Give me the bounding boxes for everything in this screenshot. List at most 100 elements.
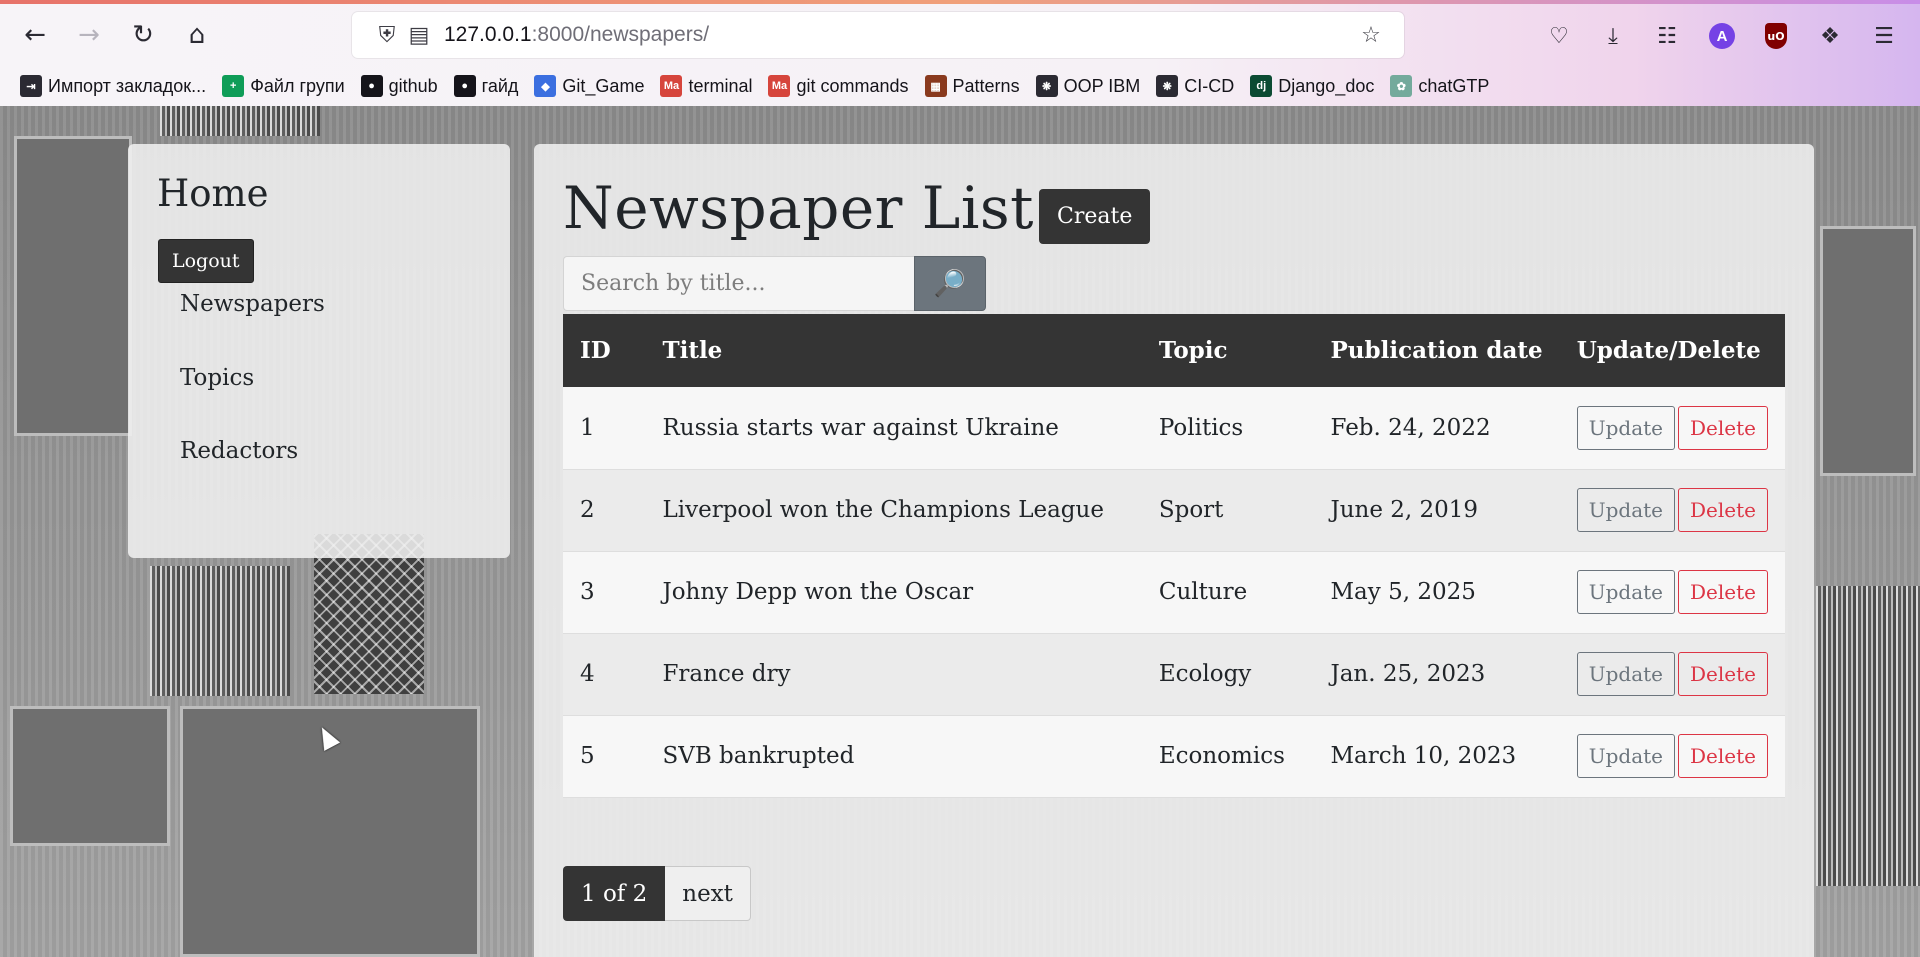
extensions-icon[interactable]: ❖ (1814, 20, 1846, 52)
bookmark-item[interactable]: + Файл групи (214, 70, 352, 102)
row-id: 4 (563, 633, 646, 716)
github-icon: ● (453, 75, 476, 97)
bookmark-star-icon[interactable]: ☆ (1356, 20, 1386, 50)
bookmark-label: CI-CD (1184, 75, 1235, 96)
bookmarks-bar: ⇥ Импорт закладок... + Файл групи ● github ● га… (12, 70, 1497, 102)
row-actions: Update Delete (1559, 715, 1785, 798)
url-host: 127.0.0.1 (444, 23, 532, 46)
search-button[interactable]: 🔎 (914, 256, 986, 311)
bookmark-label: гайд (481, 75, 519, 96)
bookmark-item[interactable]: ✿ chatGTP (1382, 70, 1497, 102)
bookmark-item[interactable]: dj Django_doc (1242, 70, 1382, 102)
home-link[interactable]: Home (157, 172, 269, 215)
bookmark-item[interactable]: ● гайд (446, 70, 527, 102)
table-row: 2 Liverpool won the Champions League Spo… (563, 469, 1785, 552)
home-icon[interactable]: ⌂ (174, 12, 220, 58)
web-page: Home Logout Newspapers Topics Redactors … (0, 106, 1920, 957)
reload-icon[interactable]: ↻ (120, 12, 166, 58)
forward-icon[interactable]: → (66, 12, 112, 58)
logout-button[interactable]: Logout (158, 239, 254, 283)
create-button[interactable]: Create (1039, 189, 1151, 244)
row-date: June 2, 2019 (1313, 469, 1560, 552)
row-topic: Economics (1141, 715, 1314, 798)
row-title: SVB bankrupted (645, 715, 1142, 798)
navigation-toolbar: ← → ↻ ⌂ ⛨ ▤ 127.0.0.1:8000/newspapers/ ☆… (0, 12, 1920, 58)
column-header-actions: Update/Delete (1559, 314, 1785, 387)
bookmark-item[interactable]: ◆ Git_Game (526, 70, 652, 102)
page-info-icon[interactable]: ▤ (404, 20, 434, 50)
account-avatar[interactable]: A (1709, 23, 1735, 49)
bookmark-item[interactable]: Ma terminal (652, 70, 760, 102)
sidebar-link-newspapers[interactable]: Newspapers (180, 291, 325, 317)
shield-icon[interactable]: ⛨ (372, 20, 402, 50)
table-row: 1 Russia starts war against Ukraine Poli… (563, 387, 1785, 470)
update-button[interactable]: Update (1576, 405, 1676, 450)
update-button[interactable]: Update (1576, 652, 1676, 696)
page-title: Newspaper List (563, 174, 1034, 242)
ublock-icon[interactable]: uO (1765, 23, 1787, 49)
delete-button[interactable]: Delete (1678, 734, 1768, 778)
table-row: 3 Johny Depp won the Oscar Culture May 5… (563, 551, 1785, 634)
downloads-icon[interactable]: ⤓ (1597, 20, 1629, 52)
bookmark-label: terminal (688, 75, 753, 96)
column-header-topic: Topic (1141, 314, 1314, 387)
bookmark-item[interactable]: ❋ OOP IBM (1028, 70, 1149, 102)
patterns-icon: ▦ (924, 75, 947, 97)
next-page-link[interactable]: next (665, 866, 751, 921)
update-button[interactable]: Update (1576, 570, 1676, 614)
bookmark-label: Patterns (952, 75, 1020, 96)
library-icon[interactable]: ☷ (1651, 20, 1683, 52)
bookmark-label: git commands (796, 75, 909, 96)
pocket-icon[interactable]: ♡ (1543, 20, 1575, 52)
django-icon: dj (1250, 75, 1273, 97)
update-button[interactable]: Update (1576, 734, 1676, 778)
row-topic: Ecology (1141, 633, 1314, 716)
delete-button[interactable]: Delete (1678, 405, 1768, 450)
row-actions: Update Delete (1559, 551, 1785, 634)
bookmark-label: github (388, 75, 438, 96)
column-header-id: ID (563, 314, 646, 387)
browser-chrome: ← → ↻ ⌂ ⛨ ▤ 127.0.0.1:8000/newspapers/ ☆… (0, 0, 1920, 106)
bookmark-item[interactable]: ● github (353, 70, 446, 102)
row-date: Jan. 25, 2023 (1313, 633, 1560, 716)
menu-icon[interactable]: ☰ (1868, 20, 1900, 52)
back-icon[interactable]: ← (12, 12, 58, 58)
import-icon: ⇥ (20, 75, 42, 97)
row-id: 3 (563, 551, 646, 634)
page-indicator: 1 of 2 (563, 866, 666, 921)
row-id: 2 (563, 469, 646, 552)
bookmark-item[interactable]: ⇥ Импорт закладок... (12, 70, 214, 102)
search-input[interactable] (563, 256, 914, 311)
bookmark-label: Django_doc (1278, 75, 1375, 96)
bookmark-item[interactable]: Ma git commands (760, 70, 916, 102)
address-bar[interactable]: ⛨ ▤ 127.0.0.1:8000/newspapers/ ☆ (352, 12, 1404, 58)
delete-button[interactable]: Delete (1678, 570, 1768, 614)
sidebar-link-topics[interactable]: Topics (180, 365, 254, 391)
url-path: :8000/newspapers/ (531, 23, 710, 46)
table-row: 5 SVB bankrupted Economics March 10, 202… (563, 715, 1785, 798)
background-amp (10, 706, 170, 846)
update-button[interactable]: Update (1576, 488, 1676, 532)
background-records (160, 106, 320, 136)
bee-icon: ❋ (1035, 75, 1058, 97)
delete-button[interactable]: Delete (1678, 488, 1768, 532)
bookmark-item[interactable]: ▦ Patterns (917, 70, 1028, 102)
row-date: March 10, 2023 (1313, 715, 1560, 798)
row-topic: Culture (1141, 551, 1314, 634)
github-icon: ● (360, 75, 383, 97)
magnifier-icon: 🔎 (933, 268, 967, 299)
terminal-icon: Ma (660, 75, 683, 97)
row-id: 1 (563, 387, 646, 470)
delete-button[interactable]: Delete (1678, 652, 1768, 696)
url-text[interactable]: 127.0.0.1:8000/newspapers/ (444, 23, 709, 47)
column-header-publication-date: Publication date (1313, 314, 1560, 387)
bookmark-label: Файл групи (250, 75, 345, 96)
row-id: 5 (563, 715, 646, 798)
sidebar-link-redactors[interactable]: Redactors (180, 438, 298, 464)
background-amp (14, 136, 132, 436)
sidebar: Home Logout Newspapers Topics Redactors (128, 144, 510, 558)
bookmark-item[interactable]: ❋ CI-CD (1148, 70, 1242, 102)
background-records (150, 566, 290, 696)
content-panel: Newspaper List Create 🔎 ID Title Topic P… (534, 144, 1814, 957)
row-topic: Politics (1141, 387, 1314, 470)
